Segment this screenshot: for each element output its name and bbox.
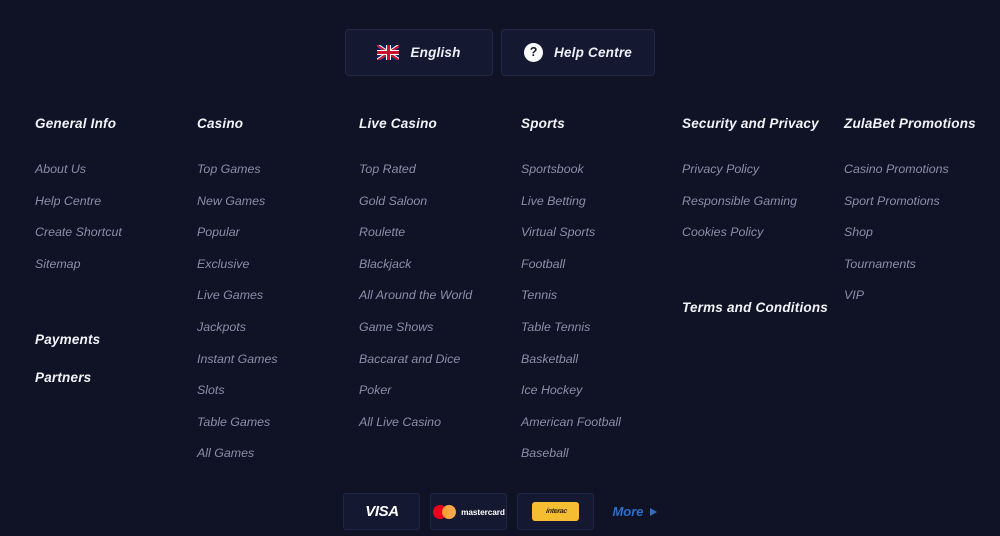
footer-link[interactable]: Tournaments (844, 256, 1000, 272)
footer-link[interactable]: Exclusive (197, 256, 357, 272)
uk-flag-icon (377, 45, 400, 60)
help-centre-button-label: Help Centre (554, 45, 632, 60)
column-heading: General Info (35, 116, 117, 131)
footer-link[interactable]: Responsible Gaming (682, 193, 842, 209)
footer-link[interactable]: Casino Promotions (844, 161, 1000, 177)
gold-payment-logo: interac (532, 502, 580, 521)
footer-link[interactable]: Popular (197, 224, 357, 240)
mastercard-label: mastercard (461, 506, 505, 517)
footer-link[interactable]: Table Games (197, 414, 357, 430)
footer-link[interactable]: Baseball (521, 445, 681, 461)
column-link-list: Top Games New Games Popular Exclusive Li… (197, 161, 357, 461)
site-footer: English ? Help Centre General Info About… (0, 0, 1000, 536)
gold-payment-label: interac (544, 508, 568, 515)
terms-and-conditions-heading[interactable]: Terms and Conditions (682, 300, 828, 316)
mastercard-circles-icon (433, 504, 457, 519)
footer-link[interactable]: Shop (844, 224, 1000, 240)
gold-payment-option[interactable]: interac (517, 493, 595, 530)
footer-link[interactable]: Create Shortcut (35, 224, 195, 240)
footer-link[interactable]: About Us (35, 161, 195, 177)
column-link-list: Sportsbook Live Betting Virtual Sports F… (521, 161, 681, 461)
column-heading: Casino (197, 116, 244, 131)
footer-link[interactable]: Poker (359, 382, 519, 398)
footer-link[interactable]: All Games (197, 445, 357, 461)
footer-link[interactable]: Ice Hockey (521, 382, 681, 398)
footer-link[interactable]: Sportsbook (521, 161, 681, 177)
help-centre-button[interactable]: ? Help Centre (501, 29, 655, 76)
column-heading: Security and Privacy (682, 116, 819, 131)
footer-link[interactable]: Top Rated (359, 161, 519, 177)
footer-column-security-and-privacy: Security and Privacy Privacy Policy Resp… (682, 116, 842, 240)
footer-link[interactable]: Game Shows (359, 319, 519, 335)
footer-top-bar: English ? Help Centre (0, 29, 1000, 76)
footer-link[interactable]: Football (521, 256, 681, 272)
partners-heading[interactable]: Partners (35, 370, 91, 386)
payments-heading[interactable]: Payments (35, 332, 100, 348)
column-link-list: About Us Help Centre Create Shortcut Sit… (35, 161, 195, 272)
footer-link[interactable]: Roulette (359, 224, 519, 240)
question-mark-icon: ? (524, 43, 544, 62)
footer-link[interactable]: Basketball (521, 351, 681, 367)
visa-logo: VISA (365, 503, 399, 520)
footer-link[interactable]: Gold Saloon (359, 193, 519, 209)
column-heading: Live Casino (359, 116, 437, 131)
footer-link[interactable]: Top Games (197, 161, 357, 177)
footer-link[interactable]: New Games (197, 193, 357, 209)
chevron-right-icon (649, 507, 657, 516)
footer-link[interactable]: Blackjack (359, 256, 519, 272)
footer-link[interactable]: Privacy Policy (682, 161, 842, 177)
footer-link[interactable]: Jackpots (197, 319, 357, 335)
footer-link[interactable]: Sitemap (35, 256, 195, 272)
payment-methods-strip: VISA mastercard interac More (0, 493, 1000, 530)
footer-column-live-casino: Live Casino Top Rated Gold Saloon Roulet… (359, 116, 519, 430)
footer-link[interactable]: Instant Games (197, 351, 357, 367)
mastercard-logo: mastercard (433, 504, 505, 519)
footer-column-general-info: General Info About Us Help Centre Create… (35, 116, 195, 272)
footer-link[interactable]: Slots (197, 382, 357, 398)
footer-link[interactable]: Table Tennis (521, 319, 681, 335)
footer-column-sports: Sports Sportsbook Live Betting Virtual S… (521, 116, 681, 461)
column-heading: ZulaBet Promotions (844, 116, 976, 131)
footer-link[interactable]: Sport Promotions (844, 193, 1000, 209)
footer-link[interactable]: All Around the World (359, 287, 519, 303)
footer-link[interactable]: Virtual Sports (521, 224, 681, 240)
mastercard-payment-option[interactable]: mastercard (430, 493, 508, 530)
footer-link[interactable]: Cookies Policy (682, 224, 842, 240)
visa-payment-option[interactable]: VISA (343, 493, 421, 530)
footer-link[interactable]: Baccarat and Dice (359, 351, 519, 367)
footer-column-casino: Casino Top Games New Games Popular Exclu… (197, 116, 357, 461)
language-button-label: English (410, 45, 461, 60)
language-selector-button[interactable]: English (345, 29, 494, 76)
footer-column-zulabet-promotions: ZulaBet Promotions Casino Promotions Spo… (844, 116, 1000, 303)
footer-link-columns: General Info About Us Help Centre Create… (0, 116, 1000, 466)
more-label: More (612, 504, 644, 519)
footer-link[interactable]: Tennis (521, 287, 681, 303)
footer-link[interactable]: Live Betting (521, 193, 681, 209)
column-link-list: Top Rated Gold Saloon Roulette Blackjack… (359, 161, 519, 430)
footer-link[interactable]: Help Centre (35, 193, 195, 209)
footer-link[interactable]: VIP (844, 287, 1000, 303)
footer-link[interactable]: American Football (521, 414, 681, 430)
more-payment-methods-link[interactable]: More (612, 504, 657, 519)
column-link-list: Privacy Policy Responsible Gaming Cookie… (682, 161, 842, 240)
footer-link[interactable]: Live Games (197, 287, 357, 303)
column-heading: Sports (521, 116, 565, 131)
footer-link[interactable]: All Live Casino (359, 414, 519, 430)
column-link-list: Casino Promotions Sport Promotions Shop … (844, 161, 1000, 303)
